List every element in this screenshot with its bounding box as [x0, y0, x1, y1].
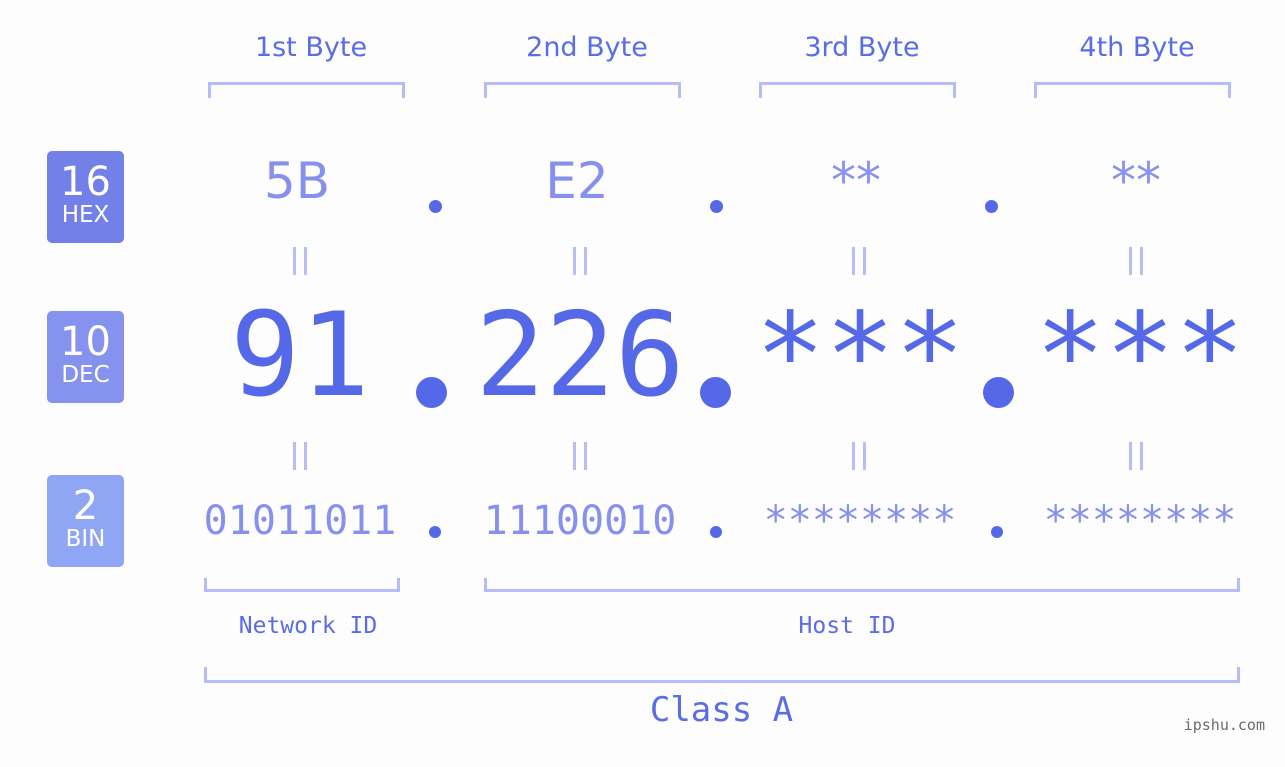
- dec-byte-3: ***: [755, 288, 965, 423]
- byte-header-3: 3rd Byte: [804, 32, 920, 63]
- hex-separator-dot: [985, 200, 998, 213]
- bin-base: 2: [72, 483, 99, 529]
- bin-separator-dot: [991, 526, 1003, 538]
- class-label: Class A: [649, 690, 794, 730]
- byte-bracket-1: [208, 82, 405, 98]
- bin-badge: 2 BIN: [47, 475, 124, 567]
- bin-label: BIN: [65, 526, 106, 552]
- equals-icon: [851, 247, 867, 275]
- dec-separator-dot: [416, 377, 447, 408]
- network-id-bracket: [204, 578, 400, 592]
- bin-separator-dot: [710, 526, 722, 538]
- dec-separator-dot: [700, 377, 731, 408]
- watermark: ipshu.com: [1183, 716, 1265, 734]
- byte-header-4: 4th Byte: [1079, 32, 1195, 63]
- host-id-label: Host ID: [798, 613, 896, 639]
- hex-byte-1: 5B: [263, 152, 331, 210]
- dec-byte-4: ***: [1035, 288, 1245, 423]
- hex-byte-3: **: [831, 152, 881, 210]
- dec-badge: 10 DEC: [47, 311, 124, 403]
- dec-byte-1: 91: [230, 288, 370, 423]
- equals-icon: [1128, 247, 1144, 275]
- dec-separator-dot: [983, 377, 1014, 408]
- equals-icon: [1128, 442, 1144, 470]
- bin-separator-dot: [429, 526, 441, 538]
- equals-icon: [572, 442, 588, 470]
- class-bracket: [204, 667, 1240, 683]
- byte-header-1: 1st Byte: [254, 32, 368, 63]
- equals-icon: [572, 247, 588, 275]
- hex-byte-2: E2: [545, 152, 609, 210]
- hex-byte-4: **: [1111, 152, 1161, 210]
- dec-base: 10: [60, 319, 111, 365]
- byte-bracket-2: [484, 82, 681, 98]
- byte-header-2: 2nd Byte: [526, 32, 648, 63]
- equals-icon: [851, 442, 867, 470]
- host-id-bracket: [484, 578, 1240, 592]
- dec-byte-2: 226: [475, 288, 685, 423]
- network-id-label: Network ID: [238, 613, 378, 639]
- hex-separator-dot: [710, 200, 723, 213]
- bin-byte-3: ********: [763, 498, 957, 544]
- bin-byte-2: 11100010: [483, 498, 677, 544]
- byte-bracket-3: [759, 82, 956, 98]
- byte-bracket-4: [1034, 82, 1231, 98]
- dec-label: DEC: [61, 362, 110, 388]
- hex-separator-dot: [429, 200, 442, 213]
- hex-badge: 16 HEX: [47, 151, 124, 243]
- bin-byte-1: 01011011: [203, 498, 397, 544]
- equals-icon: [292, 442, 308, 470]
- hex-label: HEX: [61, 202, 110, 228]
- equals-icon: [292, 247, 308, 275]
- hex-base: 16: [60, 159, 111, 205]
- bin-byte-4: ********: [1043, 498, 1237, 544]
